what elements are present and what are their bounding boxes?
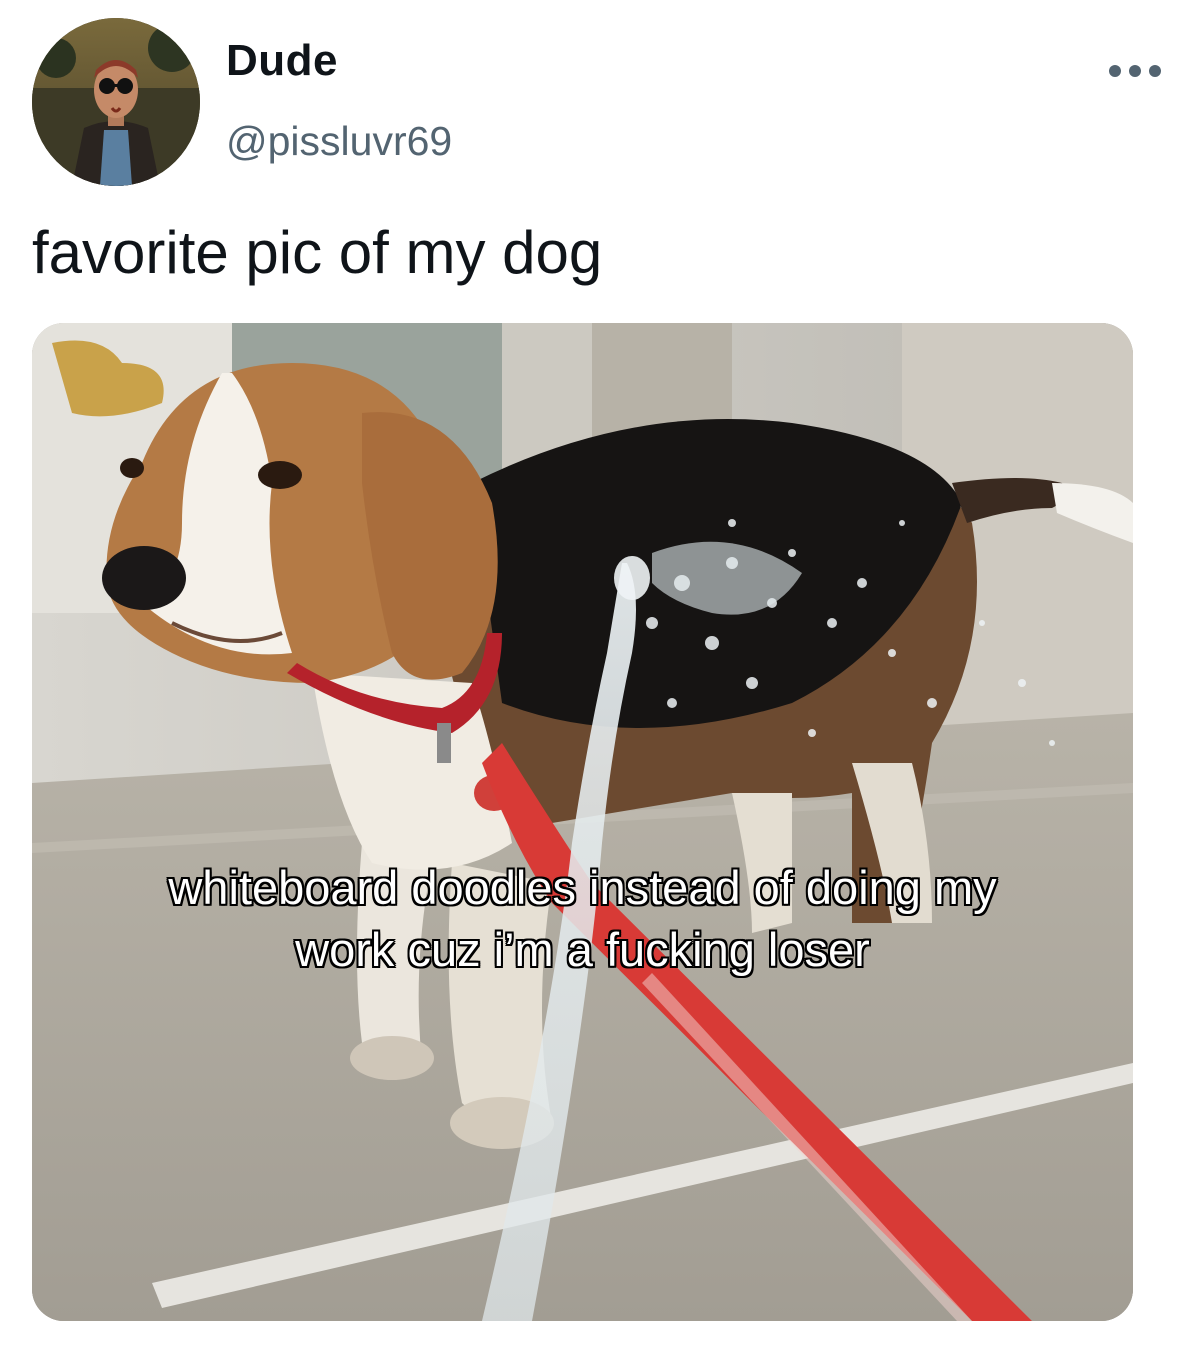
tweet-media[interactable]: whiteboard doodles instead of doing my w… xyxy=(32,323,1133,1321)
caption-line: work cuz i’m a fucking loser xyxy=(295,923,870,976)
video-caption: whiteboard doodles instead of doing my w… xyxy=(32,857,1133,981)
avatar[interactable] xyxy=(32,18,200,186)
more-horizontal-icon xyxy=(1109,65,1161,77)
avatar-image xyxy=(32,18,200,186)
tweet-text: favorite pic of my dog xyxy=(32,219,603,286)
display-name[interactable]: Dude xyxy=(226,36,338,86)
caption-line: whiteboard doodles instead of doing my xyxy=(168,861,997,914)
more-options-button[interactable] xyxy=(1108,54,1162,88)
username-handle[interactable]: @pissluvr69 xyxy=(226,118,452,165)
dog-photo xyxy=(32,323,1133,1321)
tweet-card: Dude @pissluvr69 favorite pic of my dog xyxy=(0,0,1200,1358)
